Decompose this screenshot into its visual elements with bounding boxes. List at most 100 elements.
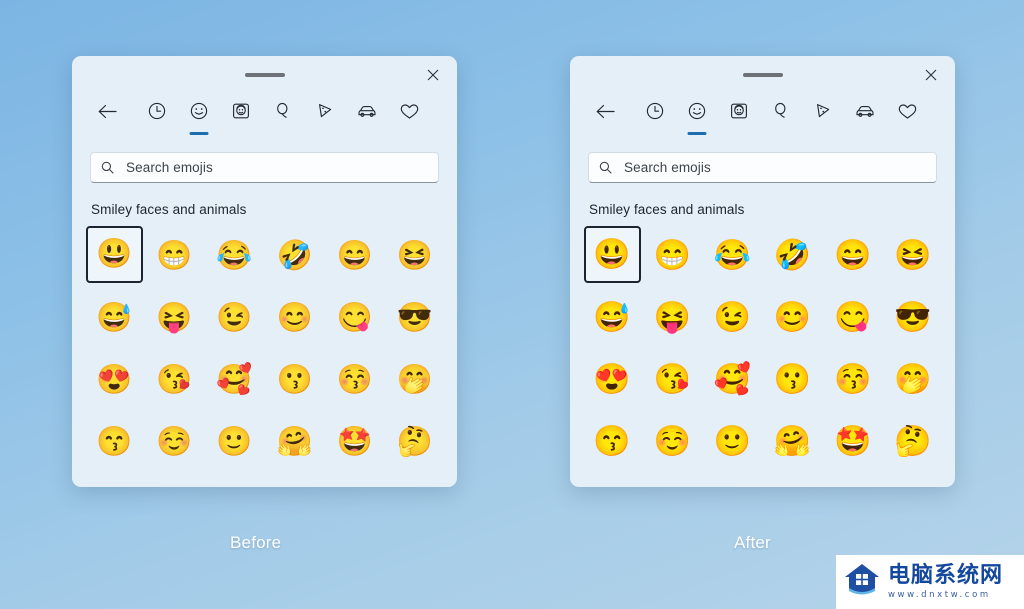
tab-travel[interactable] <box>844 94 886 128</box>
heart-icon <box>400 103 419 120</box>
smiling-face-with-heart-eyes-glyph: 😍 <box>593 363 631 396</box>
emoji-cell-smiling-face-with-heart-eyes[interactable]: 😍 <box>84 350 144 410</box>
emoji-cell-grinning-face-with-sweat[interactable]: 😅 <box>582 288 642 348</box>
car-icon <box>357 103 377 119</box>
emoji-cell-star-struck[interactable]: 🤩 <box>325 412 385 472</box>
emoji-cell-star-struck[interactable]: 🤩 <box>823 412 883 472</box>
search-placeholder: Search emojis <box>126 160 213 175</box>
emoji-cell-face-with-tears-of-joy[interactable]: 😂 <box>702 226 762 286</box>
tab-travel[interactable] <box>346 94 388 128</box>
emoji-cell-grinning-face-with-sweat[interactable]: 😅 <box>84 288 144 348</box>
emoji-cell-grinning-face-with-big-eyes[interactable]: 😃 <box>583 226 641 283</box>
emoji-cell-smiling-face-with-heart-eyes[interactable]: 😍 <box>582 350 642 410</box>
tab-symbols[interactable] <box>388 94 430 128</box>
emoji-cell-smiling-face-with-smiling-eyes[interactable]: 😊 <box>763 288 823 348</box>
tab-back[interactable] <box>86 94 128 128</box>
emoji-cell-face-blowing-a-kiss[interactable]: 😘 <box>144 350 204 410</box>
emoji-cell-grinning-face-with-big-eyes[interactable]: 😃 <box>85 226 143 283</box>
beaming-face-with-smiling-eyes-glyph: 😁 <box>156 239 193 272</box>
tab-kaomoji[interactable] <box>262 94 304 128</box>
emoji-cell-squinting-face-with-tongue[interactable]: 😝 <box>144 288 204 348</box>
emoji-cell-kissing-face-with-smiling-eyes[interactable]: 😙 <box>84 412 144 472</box>
rolling-on-the-floor-laughing-glyph: 🤣 <box>276 239 313 272</box>
tab-emoji[interactable] <box>676 94 718 135</box>
grinning-face-with-smiling-eyes-glyph: 😄 <box>834 239 872 272</box>
car-icon <box>855 103 875 119</box>
emoji-cell-beaming-face-with-smiling-eyes[interactable]: 😁 <box>144 226 204 286</box>
tab-gif[interactable] <box>220 94 262 128</box>
smiling-face-glyph: ☺️ <box>653 425 691 458</box>
emoji-cell-slightly-smiling-face[interactable]: 🙂 <box>204 412 264 472</box>
emoji-cell-squinting-face-with-tongue[interactable]: 😝 <box>642 288 702 348</box>
emoji-cell-slightly-smiling-face[interactable]: 🙂 <box>702 412 762 472</box>
emoji-cell-grinning-squinting-face[interactable]: 😆 <box>883 226 943 286</box>
tab-strip <box>72 94 457 138</box>
search-input[interactable]: Search emojis <box>90 152 439 183</box>
search-input[interactable]: Search emojis <box>588 152 937 183</box>
emoji-cell-face-savoring-food[interactable]: 😋 <box>325 288 385 348</box>
close-icon[interactable] <box>917 62 945 88</box>
emoji-cell-face-blowing-a-kiss[interactable]: 😘 <box>642 350 702 410</box>
smiling-face-with-sunglasses-glyph: 😎 <box>894 301 932 334</box>
emoji-cell-grinning-face-with-smiling-eyes[interactable]: 😄 <box>823 226 883 286</box>
emoji-cell-kissing-face[interactable]: 😗 <box>763 350 823 410</box>
emoji-cell-face-with-hand-over-mouth[interactable]: 🤭 <box>385 350 445 410</box>
caption-after: After <box>734 533 771 552</box>
balloon-icon <box>772 102 790 120</box>
face-savoring-food-glyph: 😋 <box>834 301 872 334</box>
emoji-cell-rolling-on-the-floor-laughing[interactable]: 🤣 <box>265 226 325 286</box>
emoji-cell-grinning-face-with-smiling-eyes[interactable]: 😄 <box>325 226 385 286</box>
beaming-face-with-smiling-eyes-glyph: 😁 <box>653 239 691 272</box>
grinning-face-with-big-eyes-glyph: 😃 <box>96 238 133 270</box>
emoji-cell-smiling-face[interactable]: ☺️ <box>144 412 204 472</box>
emoji-cell-winking-face[interactable]: 😉 <box>204 288 264 348</box>
tab-recent[interactable] <box>634 94 676 128</box>
emoji-cell-smiling-face-with-hearts[interactable]: 🥰 <box>702 350 762 410</box>
emoji-cell-rolling-on-the-floor-laughing[interactable]: 🤣 <box>763 226 823 286</box>
emoji-cell-hugging-face[interactable]: 🤗 <box>763 412 823 472</box>
grinning-face-with-smiling-eyes-glyph: 😄 <box>336 239 373 272</box>
emoji-cell-kissing-face-with-closed-eyes[interactable]: 😚 <box>823 350 883 410</box>
tab-emoji[interactable] <box>178 94 220 135</box>
tab-recent[interactable] <box>136 94 178 128</box>
tab-kaomoji[interactable] <box>760 94 802 128</box>
tab-gif[interactable] <box>718 94 760 128</box>
emoji-cell-grinning-squinting-face[interactable]: 😆 <box>385 226 445 286</box>
tab-symbols[interactable] <box>886 94 928 128</box>
emoji-cell-hugging-face[interactable]: 🤗 <box>265 412 325 472</box>
drag-handle[interactable] <box>742 73 783 77</box>
tab-food[interactable] <box>304 94 346 128</box>
emoji-cell-face-with-tears-of-joy[interactable]: 😂 <box>204 226 264 286</box>
thinking-face-glyph: 🤔 <box>396 425 433 458</box>
emoji-cell-smiling-face-with-hearts[interactable]: 🥰 <box>204 350 264 410</box>
squinting-face-with-tongue-glyph: 😝 <box>156 301 193 334</box>
emoji-cell-smiling-face-with-smiling-eyes[interactable]: 😊 <box>265 288 325 348</box>
emoji-cell-kissing-face-with-closed-eyes[interactable]: 😚 <box>325 350 385 410</box>
house-icon <box>842 560 882 605</box>
emoji-cell-winking-face[interactable]: 😉 <box>702 288 762 348</box>
emoji-panel-before[interactable]: Search emojis Smiley faces and animals 😃… <box>72 56 457 487</box>
emoji-cell-smiling-face-with-sunglasses[interactable]: 😎 <box>385 288 445 348</box>
search-container: Search emojis <box>570 138 955 183</box>
emoji-cell-thinking-face[interactable]: 🤔 <box>385 412 445 472</box>
emoji-cell-beaming-face-with-smiling-eyes[interactable]: 😁 <box>642 226 702 286</box>
section-title: Smiley faces and animals <box>589 202 745 217</box>
emoji-panel-after[interactable]: Search emojis Smiley faces and animals 😃… <box>570 56 955 487</box>
tab-food[interactable] <box>802 94 844 128</box>
hugging-face-glyph: 🤗 <box>276 425 313 458</box>
close-icon[interactable] <box>419 62 447 88</box>
emoji-cell-face-savoring-food[interactable]: 😋 <box>823 288 883 348</box>
emoji-cell-kissing-face-with-smiling-eyes[interactable]: 😙 <box>582 412 642 472</box>
kissing-face-with-closed-eyes-glyph: 😚 <box>336 363 373 396</box>
kissing-face-with-smiling-eyes-glyph: 😙 <box>96 425 133 458</box>
emoji-cell-thinking-face[interactable]: 🤔 <box>883 412 943 472</box>
tab-back[interactable] <box>584 94 626 128</box>
emoji-cell-face-with-hand-over-mouth[interactable]: 🤭 <box>883 350 943 410</box>
drag-handle[interactable] <box>244 73 285 77</box>
rolling-on-the-floor-laughing-glyph: 🤣 <box>773 239 812 272</box>
thinking-face-glyph: 🤔 <box>894 425 932 458</box>
emoji-cell-smiling-face[interactable]: ☺️ <box>642 412 702 472</box>
emoji-cell-kissing-face[interactable]: 😗 <box>265 350 325 410</box>
search-icon <box>101 161 114 174</box>
emoji-cell-smiling-face-with-sunglasses[interactable]: 😎 <box>883 288 943 348</box>
